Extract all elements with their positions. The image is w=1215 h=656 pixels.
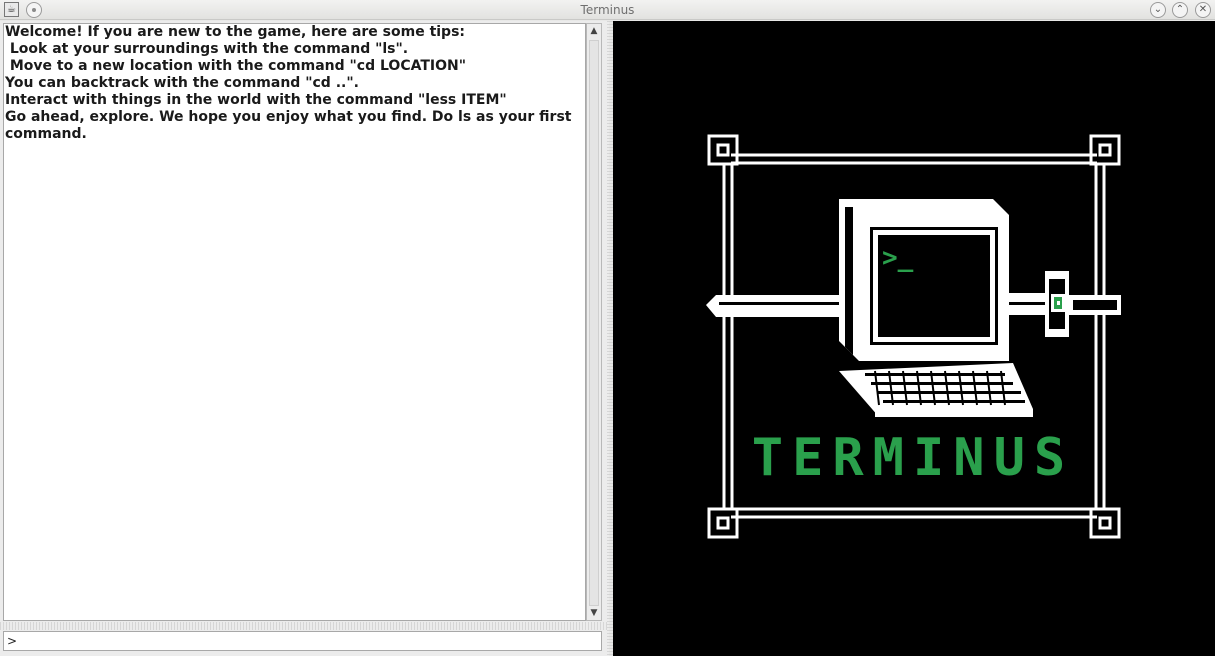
art-panel: >_ TERMINUS <box>613 21 1215 656</box>
scroll-thumb[interactable] <box>589 40 599 606</box>
console-pane: Welcome! If you are new to the game, her… <box>0 21 609 656</box>
window-title: Terminus <box>580 3 635 17</box>
triangle-up-icon[interactable]: ▲ <box>587 24 601 38</box>
command-input[interactable]: > <box>3 631 602 651</box>
log-line: Welcome! If you are new to the game, her… <box>5 24 466 40</box>
log-line: You can backtrack with the command "cd .… <box>5 75 359 91</box>
log-line: command. <box>5 126 87 142</box>
minimize-button[interactable]: ⌄ <box>1150 2 1166 18</box>
horizontal-splitter[interactable] <box>0 622 609 630</box>
window-titlebar[interactable]: ☕ Terminus ⌄ ⌃ ✕ <box>0 0 1215 20</box>
log-scrollbar[interactable]: ▲ ▼ <box>586 23 602 621</box>
maximize-button[interactable]: ⌃ <box>1172 2 1188 18</box>
log-line: Look at your surroundings with the comma… <box>5 41 409 57</box>
close-icon: ✕ <box>1198 4 1208 15</box>
triangle-down-icon[interactable]: ▼ <box>587 606 601 620</box>
log-line: Move to a new location with the command … <box>5 58 467 74</box>
game-title: TERMINUS <box>751 428 1075 488</box>
computer <box>839 199 1033 417</box>
chevron-up-icon: ⌃ <box>1175 4 1185 15</box>
chevron-down-icon: ⌄ <box>1153 4 1163 15</box>
terminus-logo-art <box>706 134 1121 539</box>
screen-prompt: >_ <box>882 243 914 273</box>
log-line: Go ahead, explore. We hope you enjoy wha… <box>5 109 572 125</box>
output-log[interactable]: Welcome! If you are new to the game, her… <box>3 23 586 621</box>
log-line: Interact with things in the world with t… <box>5 92 507 108</box>
close-button[interactable]: ✕ <box>1195 2 1211 18</box>
